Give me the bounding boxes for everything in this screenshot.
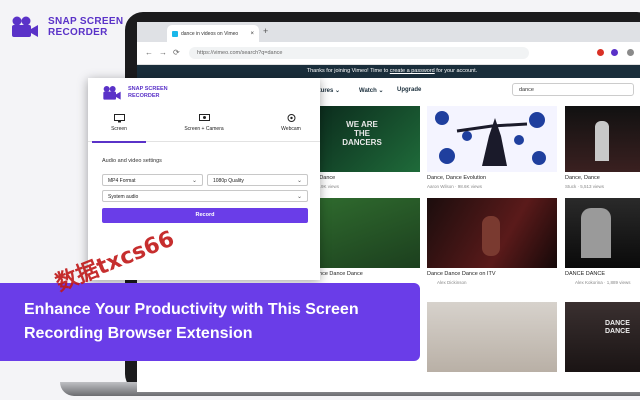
- format-select[interactable]: MP4 Format ⌄: [102, 174, 203, 186]
- chevron-down-icon: ⌄: [296, 194, 302, 200]
- promo-line-1: Enhance Your Productivity with This Scre…: [24, 301, 359, 318]
- video-meta: Alex Dickinson: [437, 280, 467, 285]
- banner-text-end: for your account.: [434, 68, 478, 74]
- vimeo-favicon-icon: [172, 30, 178, 37]
- video-thumbnail[interactable]: [312, 198, 420, 268]
- close-tab-icon[interactable]: ×: [250, 31, 254, 37]
- webcam-icon: [286, 114, 297, 123]
- video-thumbnail[interactable]: [427, 198, 557, 268]
- nav-watch[interactable]: Watch ⌄: [359, 87, 383, 94]
- popup-brand-line-1: SNAP SCREEN: [128, 86, 168, 92]
- video-meta: Aaron Wilson · 98.6K views: [427, 184, 483, 189]
- tab-title: dance in videos on Vimeo: [181, 30, 239, 37]
- camera-icon: [10, 15, 40, 39]
- nav-upgrade[interactable]: Upgrade: [397, 87, 421, 93]
- brand-line-1: SNAP SCREEN: [48, 16, 124, 27]
- thumbnail-text: DANCE DANCE: [605, 320, 630, 335]
- video-title[interactable]: Dance, Dance: [565, 175, 600, 181]
- promo-line-2: Recording Browser Extension: [24, 325, 253, 342]
- brand-name: SNAP SCREEN RECORDER: [48, 16, 123, 38]
- brand-logo: SNAP SCREEN RECORDER: [10, 15, 123, 39]
- popup-brand-line-2: RECORDER: [128, 93, 160, 99]
- brand-line-2: RECORDER: [48, 27, 108, 38]
- reload-button[interactable]: ⟳: [173, 48, 180, 57]
- signup-banner: Thanks for joining Vimeo! Time to create…: [137, 65, 640, 78]
- back-button[interactable]: ←: [145, 48, 153, 57]
- snap-recorder-extension-icon[interactable]: [611, 49, 618, 56]
- monitor-icon: [113, 114, 125, 123]
- video-title[interactable]: Dance Dance Dance on ITV: [427, 271, 495, 277]
- video-thumbnail[interactable]: [565, 198, 640, 268]
- url-field[interactable]: https://vimeo.com/search?q=dance: [189, 47, 529, 59]
- create-password-link[interactable]: create a password: [390, 68, 435, 74]
- chevron-down-icon: ⌄: [191, 178, 197, 184]
- mode-tabs: Screen Screen + Camera Webcam: [88, 109, 320, 143]
- video-thumbnail[interactable]: [565, 106, 640, 172]
- tab-label: Screen: [111, 126, 127, 132]
- video-title[interactable]: DANCE DANCE: [565, 271, 605, 277]
- profile-icon[interactable]: [627, 49, 634, 56]
- vimeo-search-input[interactable]: dance: [512, 83, 634, 96]
- tab-screen[interactable]: Screen: [92, 109, 146, 143]
- video-meta: Alex Kokorina · 1,889 views: [575, 280, 631, 285]
- banner-text: Thanks for joining Vimeo! Time to: [306, 68, 390, 74]
- video-thumbnail[interactable]: WE ARE THE DANCERS: [312, 106, 420, 172]
- format-value: MP4 Format: [108, 178, 136, 184]
- address-bar-row: ← → ⟳ https://vimeo.com/search?q=dance: [137, 42, 640, 65]
- video-thumbnail[interactable]: DANCE DANCE: [565, 302, 640, 372]
- forward-button[interactable]: →: [159, 48, 167, 57]
- tab-webcam[interactable]: Webcam: [268, 109, 314, 141]
- tab-label: Webcam: [281, 126, 301, 132]
- extension-icon[interactable]: [597, 49, 604, 56]
- screen-camera-icon: [198, 114, 210, 123]
- video-thumbnail[interactable]: [427, 302, 557, 372]
- video-meta: Stuck · 5,513 views: [565, 184, 605, 189]
- browser-tab-bar: dance in videos on Vimeo × +: [137, 22, 640, 42]
- audio-value: System audio: [108, 194, 139, 200]
- camera-icon: [103, 86, 121, 100]
- tab-label: Screen + Camera: [184, 126, 224, 132]
- audio-select[interactable]: System audio ⌄: [102, 190, 308, 202]
- chevron-down-icon: ⌄: [296, 178, 302, 184]
- popup-brand: SNAP SCREEN RECORDER: [102, 85, 168, 101]
- new-tab-button[interactable]: +: [263, 26, 268, 36]
- video-thumbnail[interactable]: [427, 106, 557, 172]
- settings-heading: Audio and video settings: [102, 158, 162, 164]
- thumbnail-text: WE ARE THE DANCERS: [342, 120, 382, 147]
- record-button[interactable]: Record: [102, 208, 308, 223]
- quality-select[interactable]: 1080p Quality ⌄: [207, 174, 308, 186]
- tab-screen-camera[interactable]: Screen + Camera: [166, 109, 242, 141]
- browser-tab[interactable]: dance in videos on Vimeo ×: [167, 25, 259, 42]
- quality-value: 1080p Quality: [213, 178, 244, 184]
- video-title[interactable]: Dance, Dance Evolution: [427, 175, 486, 181]
